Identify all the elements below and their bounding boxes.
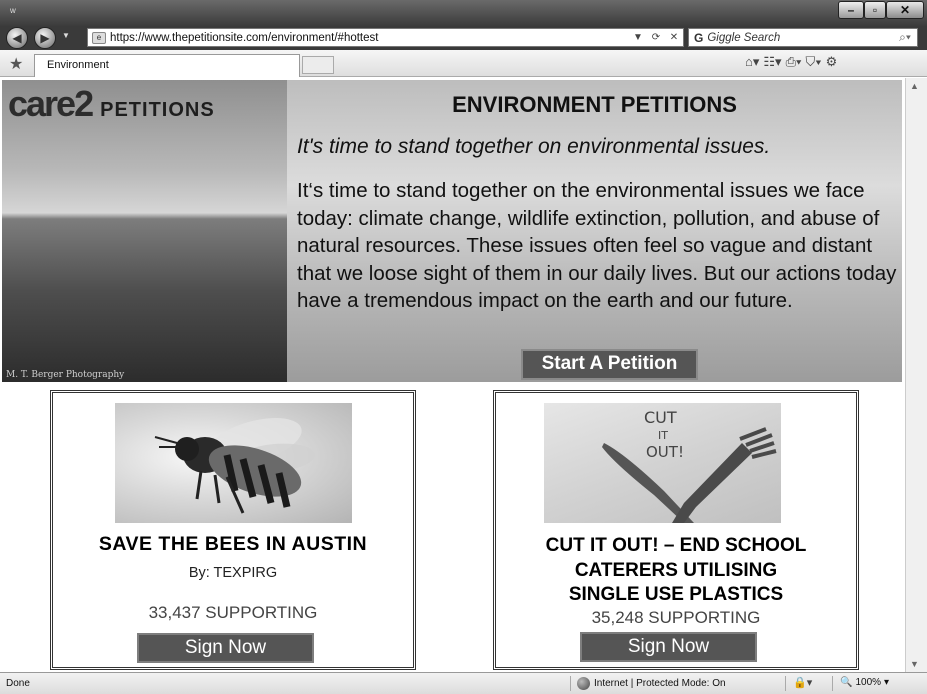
globe-icon <box>577 677 590 690</box>
address-dropdown-icon[interactable]: ▼ <box>629 32 647 43</box>
forward-icon: ▶ <box>40 31 50 45</box>
petition-card-bees: SAVE THE BEES IN AUSTIN By: TEXPIRG 33,4… <box>50 390 416 670</box>
page-viewport: care2 PETITIONS M. T. Berger Photography… <box>0 78 905 672</box>
status-separator <box>785 676 786 691</box>
scroll-up-icon[interactable]: ▲ <box>910 81 919 91</box>
security-zone[interactable]: Internet | Protected Mode: On <box>577 677 726 690</box>
logo-petitions-text: PETITIONS <box>100 99 215 121</box>
search-provider-icon: G <box>694 30 704 45</box>
petition-title[interactable]: CUT IT OUT! – END SCHOOL CATERERS UTILIS… <box>496 534 856 608</box>
zoom-control[interactable]: 🔍 100% ▾ <box>840 677 889 688</box>
status-bar: Done Internet | Protected Mode: On 🔒▾ 🔍 … <box>0 672 927 694</box>
bee-illustration <box>154 418 315 514</box>
tools-icon[interactable]: ⚙ <box>826 54 838 70</box>
cutlery-illustration: CUT IT OUT! <box>602 408 777 523</box>
petition-title-line: CUT IT OUT! – END SCHOOL <box>545 535 807 556</box>
logo-wordmark: care2 <box>8 83 94 124</box>
image-text-it: IT <box>658 429 668 442</box>
address-url[interactable]: https://www.thepetitionsite.com/environm… <box>110 32 629 44</box>
print-icon[interactable]: ⎙▾ <box>786 54 802 70</box>
search-icon[interactable]: ⌕▾ <box>893 30 917 45</box>
vertical-scrollbar[interactable]: ▲ ▼ <box>905 78 927 672</box>
hero-description: It‘s time to stand together on the envir… <box>297 179 897 312</box>
petition-title[interactable]: SAVE THE BEES IN AUSTIN <box>53 533 413 556</box>
stop-icon[interactable]: ✕ <box>665 32 683 43</box>
tab-bar: ★ Environment ⌂▾ ☷▾ ⎙▾ ⛉▾ ⚙ <box>0 50 927 77</box>
zoom-level: 100% <box>855 677 882 688</box>
tab-environment[interactable]: Environment <box>34 54 300 77</box>
home-icon[interactable]: ⌂▾ <box>745 54 759 70</box>
sign-now-button[interactable]: Sign Now <box>137 633 314 663</box>
back-icon: ◀ <box>12 31 22 45</box>
forward-button[interactable]: ▶ <box>34 27 56 49</box>
page-title: ENVIRONMENT PETITIONS <box>452 92 737 117</box>
image-text-cut: CUT <box>644 408 677 427</box>
address-bar[interactable]: e https://www.thepetitionsite.com/enviro… <box>87 28 684 47</box>
window-icon: w <box>10 6 16 15</box>
page-favicon-icon: e <box>92 31 106 44</box>
back-button[interactable]: ◀ <box>6 27 28 49</box>
petition-title-line: CATERERS UTILISING <box>574 559 778 581</box>
petition-author: By: TEXPIRG <box>188 565 278 581</box>
image-text-out: OUT! <box>646 443 684 461</box>
close-button[interactable]: ✕ <box>886 1 924 19</box>
supporter-count: 33,437 SUPPORTING <box>148 603 318 622</box>
hero-banner: care2 PETITIONS M. T. Berger Photography… <box>2 80 902 382</box>
sign-now-button[interactable]: Sign Now <box>580 632 757 662</box>
care2-logo[interactable]: care2 PETITIONS <box>8 86 215 122</box>
status-separator <box>832 676 833 691</box>
scroll-down-icon[interactable]: ▼ <box>910 659 919 669</box>
maximize-button[interactable]: ▫ <box>864 1 886 19</box>
safety-icon[interactable]: ⛉▾ <box>805 54 821 70</box>
ocean-photo: care2 PETITIONS M. T. Berger Photography <box>2 80 287 382</box>
petition-title-line: SINGLE USE PLASTICS <box>568 584 784 605</box>
refresh-icon[interactable]: ⟳ <box>647 32 665 43</box>
zoom-dropdown-icon[interactable]: ▾ <box>884 677 889 688</box>
new-tab-button[interactable] <box>302 56 334 74</box>
petition-card-plastics: CUT IT OUT! CUT IT OUT! – END SCHOOL CAT… <box>493 390 859 670</box>
hero-tagline: It's time to stand together on environme… <box>297 135 771 158</box>
history-dropdown-icon[interactable]: ▼ <box>62 31 70 40</box>
bee-image[interactable] <box>115 403 352 523</box>
minimize-button[interactable]: – <box>838 1 864 19</box>
command-bar: ⌂▾ ☷▾ ⎙▾ ⛉▾ ⚙ <box>745 54 837 70</box>
zoom-icon: 🔍 <box>840 677 853 688</box>
feeds-icon[interactable]: ☷▾ <box>763 54 781 70</box>
lock-icon[interactable]: 🔒▾ <box>793 676 812 689</box>
window-titlebar: w – ▫ ✕ <box>0 0 927 26</box>
search-input[interactable]: Giggle Search <box>707 32 893 44</box>
start-petition-button[interactable]: Start A Petition <box>521 349 698 380</box>
cutlery-image[interactable]: CUT IT OUT! <box>544 403 781 523</box>
status-separator <box>570 676 571 691</box>
supporter-count: 35,248 SUPPORTING <box>591 608 761 627</box>
photo-credit: M. T. Berger Photography <box>6 370 125 380</box>
favorites-star-icon[interactable]: ★ <box>9 54 23 74</box>
status-text: Done <box>6 678 30 689</box>
zone-text: Internet | Protected Mode: On <box>594 678 726 689</box>
search-box[interactable]: G Giggle Search ⌕▾ <box>688 28 918 47</box>
